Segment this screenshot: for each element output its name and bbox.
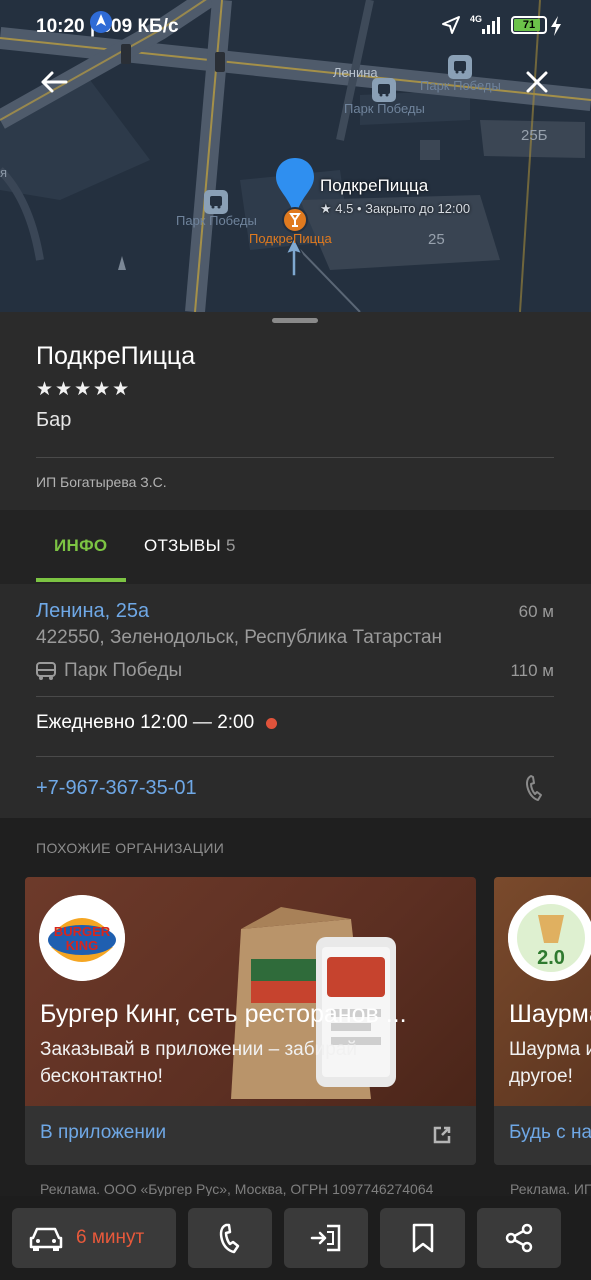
bus-stop-icon[interactable]	[372, 78, 396, 102]
ad-subtitle: Заказывай в приложении – забирай бесконт…	[40, 1039, 357, 1087]
divider	[36, 756, 554, 757]
status-bar: 10:20 | 509 КБ/с 4G 71	[0, 0, 591, 52]
location-arrow-icon	[442, 16, 460, 34]
ad-card[interactable]: 2.0 Шаурма Шаурма и другое! Будь с нами	[494, 877, 591, 1165]
map-pin-small-icon	[118, 256, 126, 270]
ad-disclaimer: Реклама. ИП	[510, 1181, 591, 1197]
tab-info[interactable]: ИНФО	[54, 536, 107, 556]
back-button[interactable]	[32, 60, 76, 104]
route-button[interactable]: 6 минут	[12, 1208, 176, 1268]
stop-distance: 110 м	[510, 661, 554, 680]
tab-active-indicator	[36, 578, 126, 582]
place-category: Бар	[36, 409, 72, 431]
share-icon	[505, 1223, 533, 1253]
ad-headline: Шаурма	[509, 1000, 591, 1028]
phone-icon	[219, 1223, 240, 1254]
ad-disclaimer: Реклама. ООО «Бургер Рус», Москва, ОГРН …	[40, 1181, 434, 1197]
building-number: 25	[428, 231, 445, 248]
close-icon	[526, 71, 548, 93]
bus-stop-icon[interactable]	[204, 190, 228, 214]
ad-subtitle: Шаурма и другое!	[509, 1039, 591, 1087]
logo-text: BURGER	[53, 924, 111, 939]
opening-hours[interactable]: Ежедневно 12:00 — 2:00	[36, 712, 278, 734]
navigation-app-icon	[90, 11, 112, 33]
map-stop-label: Парк Победы	[344, 101, 425, 116]
map-street-label: Ленина	[333, 65, 378, 80]
route-time: 6 минут	[76, 1227, 145, 1248]
logo-text: KING	[65, 938, 99, 953]
address-distance: 60 м	[518, 602, 554, 621]
battery-icon: 71	[511, 16, 547, 34]
similar-organizations: ПОХОЖИЕ ОРГАНИЗАЦИИ BURGER KING Бургер К…	[0, 818, 591, 1198]
drag-handle[interactable]	[272, 318, 318, 323]
bookmark-button[interactable]	[380, 1208, 465, 1268]
hours-text: Ежедневно 12:00 — 2:00	[36, 712, 255, 733]
entrance-icon	[310, 1224, 341, 1252]
charging-icon	[551, 16, 561, 36]
phone-icon[interactable]	[524, 774, 546, 802]
logo-text: 2.0	[537, 947, 565, 969]
tab-reviews-label: ОТЗЫВЫ	[144, 536, 221, 555]
burger-king-logo: BURGER KING	[39, 895, 125, 981]
bookmark-icon	[412, 1223, 433, 1253]
place-title: ПодкреПицца	[36, 342, 196, 370]
map-edge-label: я	[0, 165, 8, 180]
ad-action-label: Будь с нами	[509, 1122, 591, 1143]
closed-status-dot	[266, 717, 278, 729]
bus-icon	[36, 662, 56, 680]
map-poi-meta: ★ 4.5 • Закрыто до 12:00	[320, 201, 471, 216]
tab-bar: ИНФО ОТЗЫВЫ 5	[0, 510, 591, 584]
signal-icon	[482, 17, 500, 34]
ad-card[interactable]: BURGER KING Бургер Кинг, сеть ресторанов…	[25, 877, 476, 1165]
tab-reviews[interactable]: ОТЗЫВЫ 5	[144, 536, 236, 556]
battery-level: 71	[522, 19, 536, 31]
shawarma-logo: 2.0	[508, 895, 591, 981]
divider	[36, 696, 554, 697]
map-view[interactable]: 10:20 | 509 КБ/с 4G 71 Ленина Па	[0, 0, 591, 312]
arrow-left-icon	[41, 71, 68, 93]
similar-title: ПОХОЖИЕ ОРГАНИЗАЦИИ	[36, 840, 225, 856]
close-button[interactable]	[515, 60, 559, 104]
phone-link[interactable]: +7-967-367-35-01	[36, 777, 197, 800]
map-poi-label: ПодкреПицца	[249, 231, 332, 246]
ad-action[interactable]: Будь с нами	[494, 1106, 591, 1165]
tab-reviews-count: 5	[225, 536, 236, 555]
map-poi-name[interactable]: ПодкреПицца	[320, 176, 428, 196]
map-stop-label: Парк Победы	[420, 78, 501, 93]
call-button[interactable]	[188, 1208, 272, 1268]
car-icon	[29, 1227, 63, 1251]
place-owner: ИП Богатырева З.С.	[36, 474, 167, 490]
map-stop-label: Парк Победы	[176, 213, 257, 228]
nearest-stop[interactable]: Парк Победы	[36, 658, 182, 684]
address-full: 422550, Зеленодольск, Республика Татарст…	[36, 627, 443, 648]
ad-headline: Бургер Кинг, сеть ресторанов ...	[40, 1000, 407, 1028]
building-number: 25Б	[521, 127, 548, 144]
rating-stars[interactable]: ★★★★★	[36, 378, 131, 401]
place-card-sheet[interactable]: ПодкреПицца ★★★★★ Бар ИП Богатырева З.С.…	[0, 312, 591, 1280]
divider	[36, 457, 554, 458]
ad-action[interactable]: В приложении	[25, 1106, 476, 1165]
ad-action-label: В приложении	[40, 1122, 167, 1143]
stop-name: Парк Победы	[64, 660, 183, 681]
bus-stop-icon[interactable]	[448, 55, 472, 79]
bar-poi-icon	[282, 207, 308, 233]
share-button[interactable]	[477, 1208, 561, 1268]
bottom-action-bar: 6 минут	[0, 1196, 591, 1280]
enter-button[interactable]	[284, 1208, 368, 1268]
external-link-icon	[433, 1126, 451, 1144]
address-link[interactable]: Ленина, 25а	[36, 600, 149, 623]
